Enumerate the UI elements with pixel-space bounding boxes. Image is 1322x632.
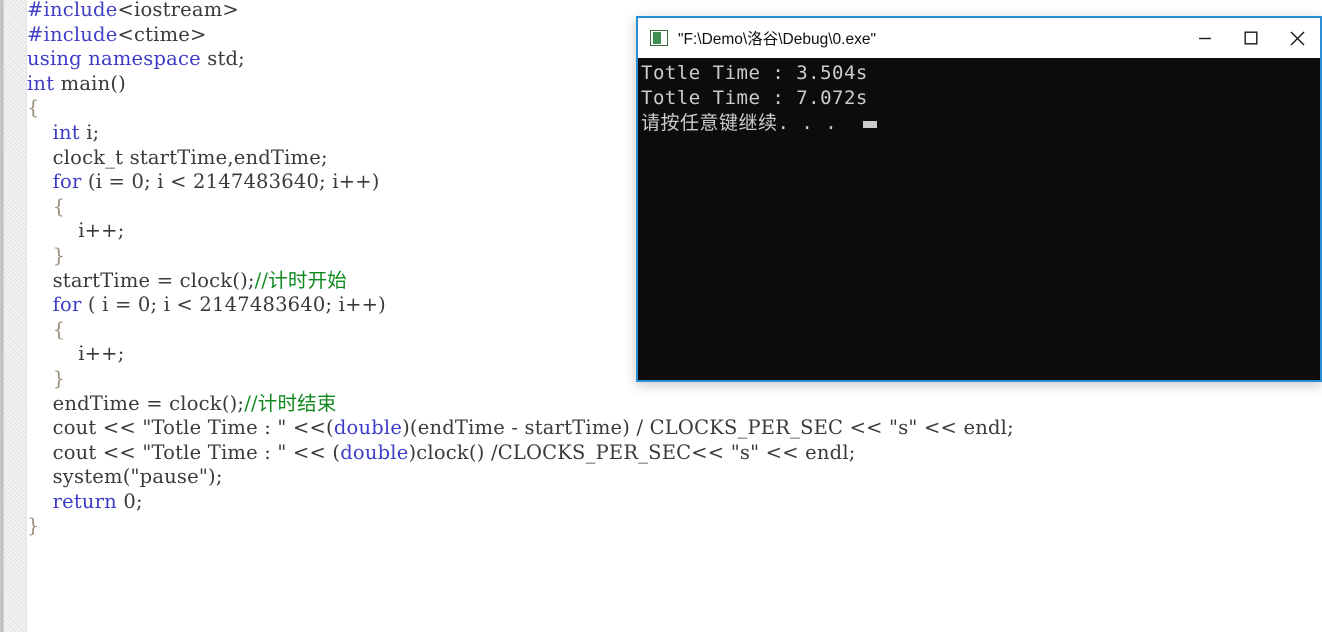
editor-gutter[interactable] [4, 0, 27, 632]
code-token-id [27, 170, 53, 193]
code-token-kw: int [27, 71, 55, 95]
code-line: system("pause"); [27, 465, 1322, 490]
console-window[interactable]: "F:\Demo\洛谷\Debug\0.exe" Totle Time : 3.… [636, 16, 1322, 382]
console-window-title: "F:\Demo\洛谷\Debug\0.exe" [678, 31, 876, 48]
code-token-id: main() [54, 71, 126, 95]
code-token-id: i++; [27, 219, 125, 243]
code-token-id: clock_t startTime,endTime; [27, 145, 328, 169]
code-token-id: std; [200, 47, 245, 71]
code-token-id [27, 121, 53, 144]
code-token-kw: using namespace [27, 47, 201, 71]
code-token-kw: for [52, 170, 82, 194]
code-token-id: cout << "Totle Time : " << ( [27, 440, 341, 464]
code-token-kw: double [333, 416, 403, 440]
code-token-pre: #include [27, 0, 118, 21]
code-token-id: <ctime> [117, 22, 207, 46]
console-output-line: 请按任意键继续. . . [641, 111, 1320, 136]
console-app-icon [650, 30, 668, 46]
code-token-id: ( i = 0; i < 2147483640; i++) [81, 293, 386, 317]
console-output-area[interactable]: Totle Time : 3.504s Totle Time : 7.072s 请按… [638, 58, 1320, 380]
code-token-kw: for [52, 293, 82, 317]
maximize-button[interactable] [1228, 18, 1274, 58]
code-token-cmt: //计时结束 [244, 391, 337, 415]
code-token-kw: int [52, 120, 80, 144]
code-token-kw: double [340, 440, 409, 464]
console-titlebar[interactable]: "F:\Demo\洛谷\Debug\0.exe" [638, 18, 1320, 58]
code-token-id: )(endTime - startTime) / CLOCKS_PER_SEC … [402, 416, 1014, 440]
code-token-id: startTime = clock(); [27, 268, 255, 292]
code-token-id: system("pause"); [27, 465, 223, 489]
code-token-id: (i = 0; i < 2147483640; i++) [81, 170, 380, 194]
code-token-brc: { [27, 317, 66, 341]
code-token-kw: return [52, 489, 117, 513]
close-button[interactable] [1274, 18, 1320, 58]
code-token-brc: { [27, 194, 66, 218]
close-icon [1290, 31, 1304, 45]
code-line: cout << "Totle Time : " <<(double)(endTi… [27, 416, 1322, 441]
minimize-icon [1199, 37, 1211, 40]
code-token-id: i; [79, 120, 100, 144]
code-token-id: cout << "Totle Time : " <<( [27, 416, 334, 440]
code-token-brc: { [27, 96, 40, 120]
code-line: return 0; [27, 490, 1322, 515]
code-token-id [27, 490, 53, 513]
console-caret [863, 121, 878, 128]
code-line: endTime = clock();//计时结束 [27, 392, 1322, 417]
console-output-text: Totle Time : 3.504s Totle Time : 7.072s 请按… [641, 61, 1320, 136]
console-output-line: Totle Time : 7.072s [641, 87, 868, 109]
code-token-id: i++; [27, 342, 125, 366]
code-token-cmt: //计时开始 [254, 268, 347, 292]
code-token-id: endTime = clock(); [27, 391, 245, 415]
minimize-button[interactable] [1182, 18, 1228, 58]
console-output-line: Totle Time : 3.504s [641, 62, 868, 84]
code-token-id: )clock() /CLOCKS_PER_SEC<< "s" << endl; [408, 440, 856, 464]
code-token-brc: } [27, 366, 66, 390]
code-line: } [27, 514, 1322, 539]
code-token-brc: } [27, 243, 66, 267]
code-line: cout << "Totle Time : " << (double)clock… [27, 441, 1322, 466]
code-token-pre: #include [27, 22, 118, 46]
code-token-id: <iostream> [117, 0, 239, 21]
code-token-brc: } [27, 514, 40, 538]
code-token-id [27, 293, 53, 316]
maximize-icon [1244, 31, 1258, 45]
code-token-id: 0; [116, 489, 143, 513]
